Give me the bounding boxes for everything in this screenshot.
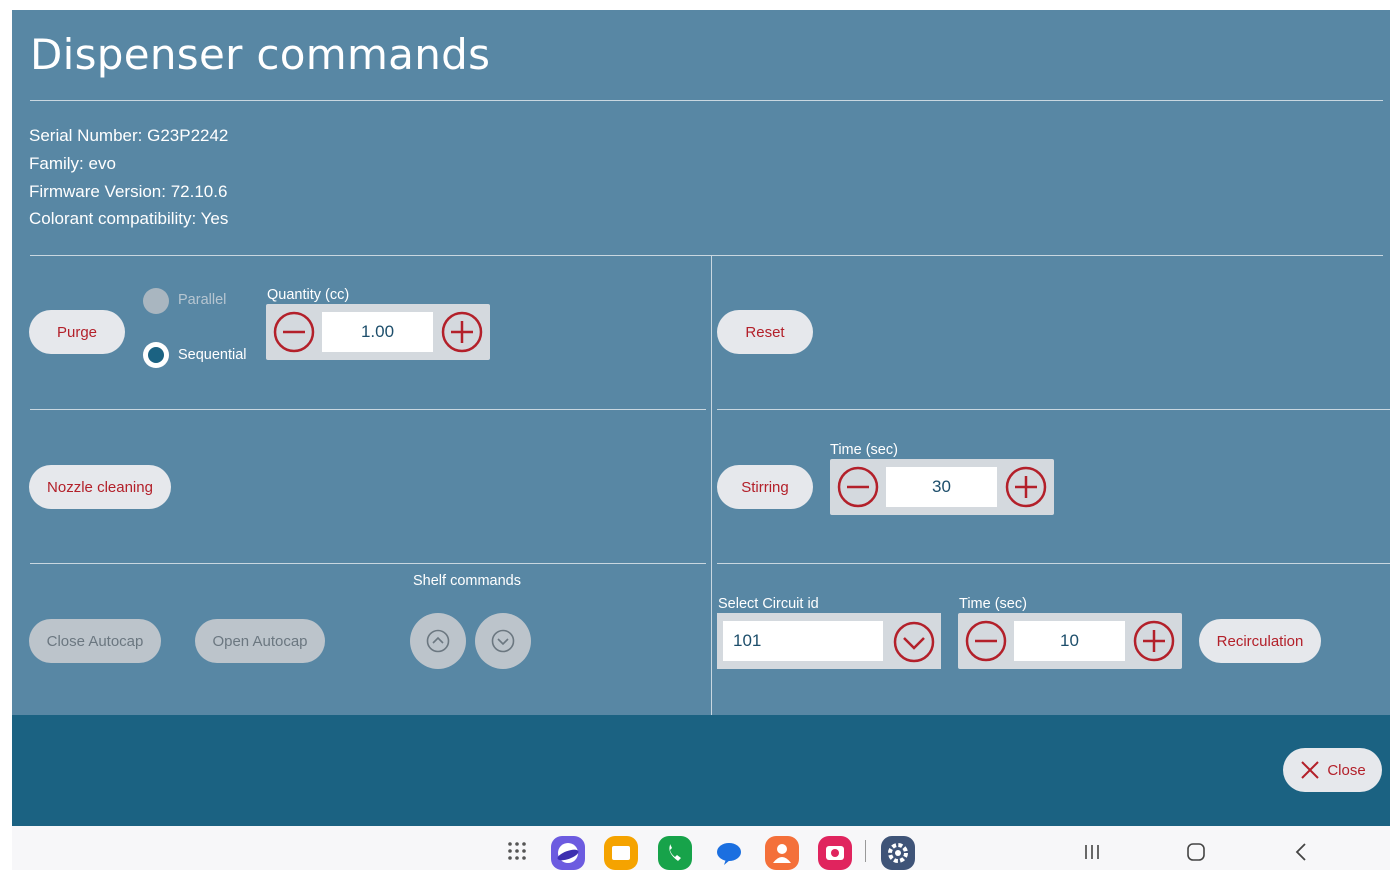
stirring-time-label: Time (sec) — [830, 442, 898, 458]
title-divider — [30, 100, 1383, 101]
minus-circle-icon — [965, 620, 1007, 662]
quantity-label: Quantity (cc) — [267, 287, 350, 303]
circuit-id-select[interactable]: 101 — [717, 613, 941, 669]
chevron-down-circle-icon — [491, 629, 515, 653]
recirculation-time-input[interactable]: 10 — [1014, 621, 1125, 661]
circuit-id-label: Select Circuit id — [718, 596, 819, 612]
dialog-footer: Close — [12, 715, 1390, 826]
plus-circle-icon — [1133, 620, 1175, 662]
quantity-increment-button[interactable] — [441, 311, 483, 353]
family: Family: evo — [29, 154, 116, 173]
column-divider — [711, 255, 712, 715]
close-button[interactable]: Close — [1283, 748, 1382, 792]
parallel-radio[interactable] — [143, 288, 169, 314]
close-button-label: Close — [1327, 761, 1366, 779]
sequential-radio-dot — [148, 347, 164, 363]
android-taskbar — [12, 826, 1390, 870]
back-icon[interactable] — [1292, 842, 1312, 862]
messages-icon[interactable] — [712, 836, 746, 870]
stirring-increment-button[interactable] — [1005, 466, 1047, 508]
stirring-button[interactable]: Stirring — [717, 465, 813, 509]
apps-grid-icon[interactable] — [506, 840, 528, 862]
home-icon[interactable] — [1186, 842, 1206, 862]
settings-icon[interactable] — [881, 836, 915, 870]
serial-number: Serial Number: G23P2242 — [29, 126, 229, 145]
plus-circle-icon — [1005, 466, 1047, 508]
purge-button[interactable]: Purge — [29, 310, 125, 354]
phone-icon[interactable] — [658, 836, 692, 870]
circuit-id-value[interactable]: 101 — [723, 621, 883, 661]
my-files-icon[interactable] — [604, 836, 638, 870]
page-title: Dispenser commands — [30, 30, 491, 79]
stirring-time-input[interactable]: 30 — [886, 467, 997, 507]
chevron-up-circle-icon — [426, 629, 450, 653]
parallel-label: Parallel — [178, 292, 227, 308]
recirculation-button[interactable]: Recirculation — [1199, 619, 1321, 663]
right-row-divider-2 — [717, 563, 1390, 564]
sequential-radio[interactable] — [143, 342, 169, 368]
colorant-compatibility: Colorant compatibility: Yes — [29, 209, 229, 228]
shelf-down-button[interactable] — [475, 613, 531, 669]
recirculation-increment-button[interactable] — [1133, 620, 1175, 662]
minus-circle-icon — [837, 466, 879, 508]
quantity-decrement-button[interactable] — [273, 311, 315, 353]
left-row-divider-2 — [30, 563, 706, 564]
recent-apps-icon[interactable] — [1082, 842, 1102, 862]
screen-recorder-icon[interactable] — [818, 836, 852, 870]
reset-button[interactable]: Reset — [717, 310, 813, 354]
recirculation-time-stepper: 10 — [958, 613, 1182, 669]
stirring-decrement-button[interactable] — [837, 466, 879, 508]
info-divider — [30, 255, 1383, 256]
chevron-down-circle-icon — [893, 621, 935, 663]
right-row-divider-1 — [717, 409, 1390, 410]
shelf-up-button[interactable] — [410, 613, 466, 669]
contacts-icon[interactable] — [765, 836, 799, 870]
shelf-commands-label: Shelf commands — [413, 573, 521, 589]
dispenser-commands-panel: Dispenser commands Serial Number: G23P22… — [12, 10, 1390, 715]
firmware-version: Firmware Version: 72.10.6 — [29, 182, 228, 201]
sequential-label: Sequential — [178, 347, 247, 363]
recirculation-time-label: Time (sec) — [959, 596, 1027, 612]
nozzle-cleaning-button[interactable]: Nozzle cleaning — [29, 465, 171, 509]
circuit-dropdown-button[interactable] — [893, 621, 935, 663]
open-autocap-button[interactable]: Open Autocap — [195, 619, 325, 663]
internet-icon[interactable] — [551, 836, 585, 870]
quantity-input[interactable]: 1.00 — [322, 312, 433, 352]
quantity-stepper: 1.00 — [266, 304, 490, 360]
close-autocap-button[interactable]: Close Autocap — [29, 619, 161, 663]
recirculation-decrement-button[interactable] — [965, 620, 1007, 662]
left-row-divider-1 — [30, 409, 706, 410]
close-icon — [1301, 761, 1320, 779]
stirring-time-stepper: 30 — [830, 459, 1054, 515]
taskbar-divider — [865, 840, 866, 862]
minus-circle-icon — [273, 311, 315, 353]
plus-circle-icon — [441, 311, 483, 353]
